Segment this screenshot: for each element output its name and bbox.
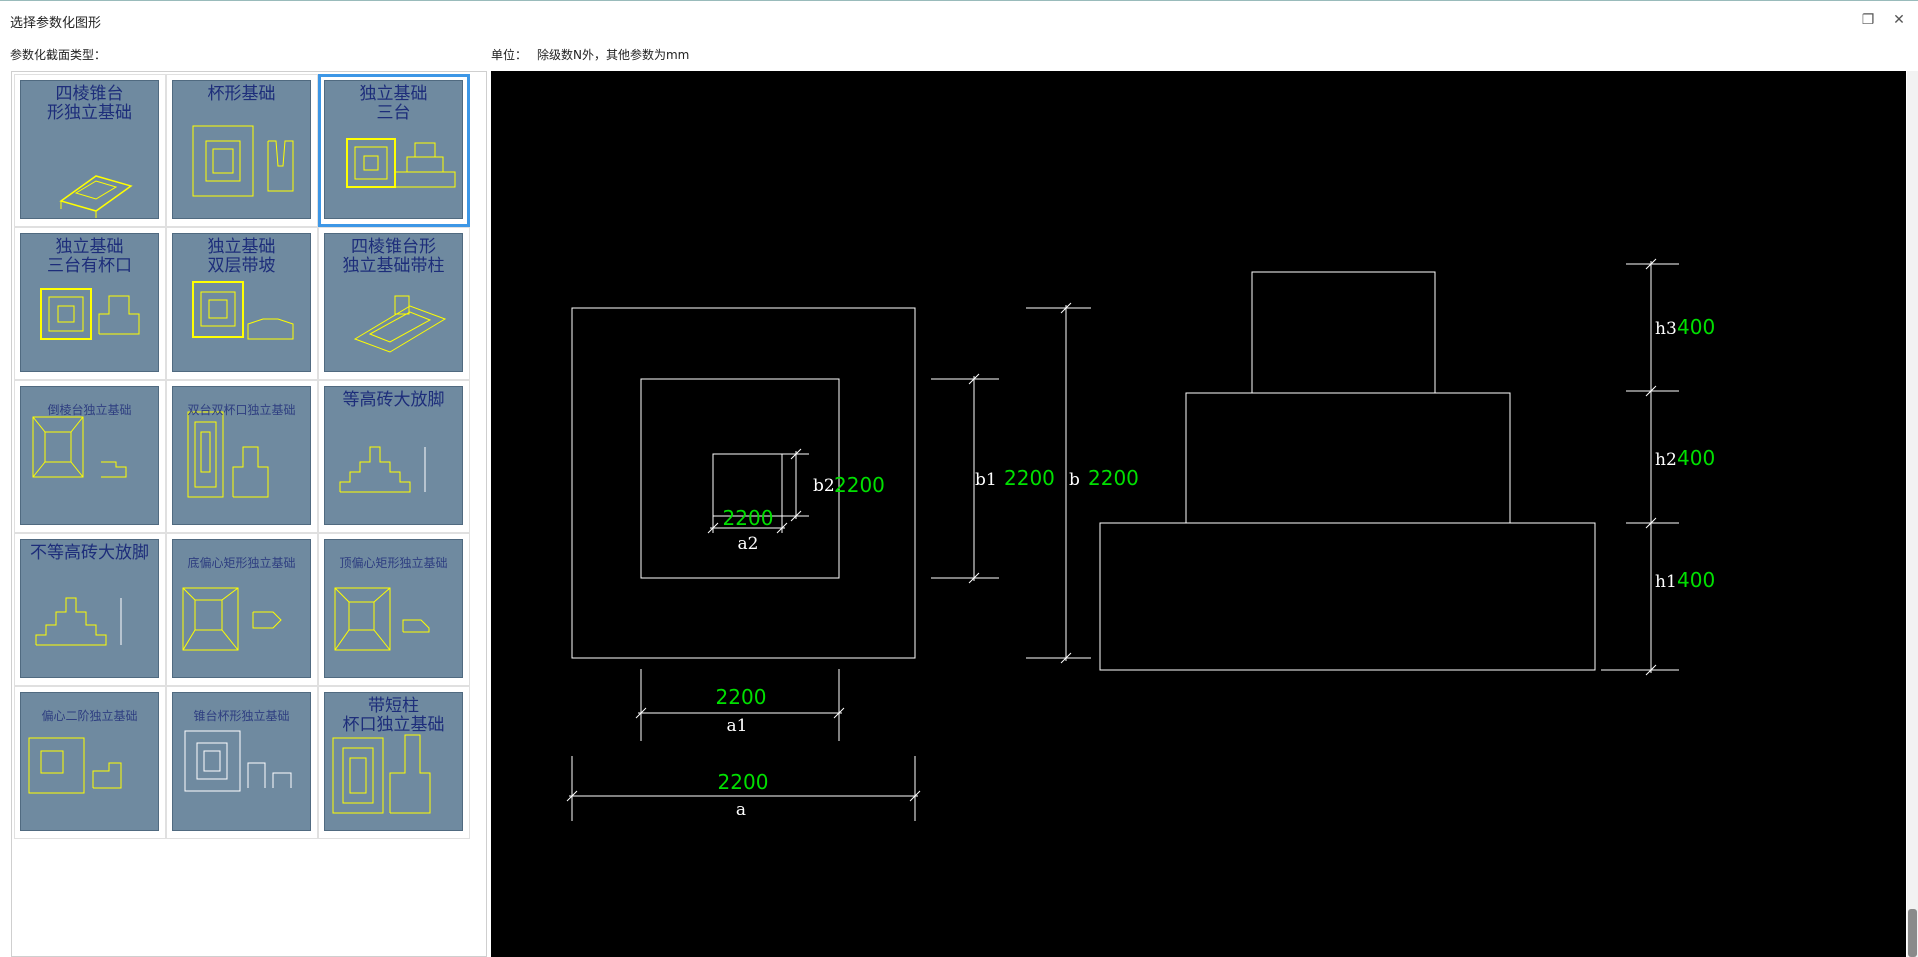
- dim-a2-value: 2200: [723, 506, 774, 530]
- thumbnail-title: 双台双杯口独立基础: [187, 403, 296, 417]
- section-thumbnail: 顶偏心矩形独立基础: [324, 539, 463, 678]
- section-type-item[interactable]: 等高砖大放脚: [318, 380, 470, 533]
- thumbnail-title: 四棱锥台 形独立基础: [47, 84, 132, 123]
- section-thumbnail: 独立基础 三台有杯口: [20, 233, 159, 372]
- dim-a-value: 2200: [718, 770, 769, 794]
- section-thumbnail: 双台双杯口独立基础: [172, 386, 311, 525]
- thumbnail-title: 倒棱台独立基础: [47, 403, 132, 417]
- elevation-middle-step: [1185, 392, 1511, 524]
- section-type-item[interactable]: 独立基础 三台有杯口: [14, 227, 166, 380]
- section-thumbnail: 锥台杯形独立基础: [172, 692, 311, 831]
- thumbnail-title: 底偏心矩形独立基础: [187, 556, 296, 570]
- dim-h3-value: 400: [1677, 315, 1715, 339]
- title-bar: 选择参数化图形 ❐ ✕: [0, 0, 1918, 38]
- section-type-item[interactable]: 不等高砖大放脚: [14, 533, 166, 686]
- scrollbar-thumb[interactable]: [1908, 909, 1917, 957]
- preview-drawing: b2 2200 2200 a2 b1 2200 b 2200 2200 a1 2…: [566, 258, 1715, 821]
- preview-canvas[interactable]: b2 2200 2200 a2 b1 2200 b 2200 2200 a1 2…: [491, 71, 1906, 957]
- dim-a1-label: a1: [727, 716, 748, 736]
- section-type-item[interactable]: 带短柱 杯口独立基础: [318, 686, 470, 839]
- unit-info: 单位： 除级数N外，其他参数为mm: [491, 46, 689, 63]
- section-thumbnail: 偏心二阶独立基础: [20, 692, 159, 831]
- section-type-item[interactable]: 偏心二阶独立基础: [14, 686, 166, 839]
- unit-value: 除级数N外，其他参数为mm: [537, 48, 690, 62]
- section-type-item[interactable]: 杯形基础: [166, 74, 318, 227]
- window-title: 选择参数化图形: [10, 16, 102, 31]
- section-type-item[interactable]: 双台双杯口独立基础: [166, 380, 318, 533]
- section-thumbnail: 四棱锥台 形独立基础: [20, 80, 159, 219]
- section-thumbnail: 倒棱台独立基础: [20, 386, 159, 525]
- elevation-bottom-step: [1099, 522, 1596, 671]
- section-type-item[interactable]: 独立基础 三台: [318, 74, 470, 227]
- vertical-scrollbar[interactable]: [1907, 71, 1918, 957]
- section-type-item[interactable]: 底偏心矩形独立基础: [166, 533, 318, 686]
- section-type-item[interactable]: 四棱锥台形 独立基础带柱: [318, 227, 470, 380]
- thumbnail-title: 独立基础 三台: [359, 84, 428, 123]
- section-type-list[interactable]: 四棱锥台 形独立基础 杯形基础 独立基础 三台独立基础 三台有杯口 独立基础 双层带坡…: [11, 71, 487, 957]
- elevation-top-step: [1251, 271, 1436, 394]
- dim-b-value: 2200: [1088, 466, 1139, 490]
- thumbnail-title: 独立基础 三台有杯口: [47, 237, 132, 276]
- dim-b1-label: b1: [975, 470, 997, 490]
- section-type-item[interactable]: 四棱锥台 形独立基础: [14, 74, 166, 227]
- dim-h1-label: h1: [1655, 572, 1677, 592]
- dim-h1-value: 400: [1677, 568, 1715, 592]
- thumbnail-title: 不等高砖大放脚: [30, 543, 149, 563]
- thumbnail-title: 偏心二阶独立基础: [41, 709, 138, 723]
- thumbnail-title: 顶偏心矩形独立基础: [339, 556, 448, 570]
- dim-a-label: a: [736, 800, 746, 820]
- section-thumbnail: 独立基础 三台: [324, 80, 463, 219]
- section-thumbnail: 独立基础 双层带坡: [172, 233, 311, 372]
- restore-icon[interactable]: ❐: [1857, 9, 1879, 31]
- thumbnail-title: 独立基础 双层带坡: [207, 237, 276, 276]
- section-thumbnail: 底偏心矩形独立基础: [172, 539, 311, 678]
- thumbnail-title: 带短柱 杯口独立基础: [342, 696, 445, 735]
- dim-b-label: b: [1069, 470, 1080, 490]
- dim-h2-label: h2: [1655, 450, 1677, 470]
- dim-b2-label: b2: [813, 476, 835, 496]
- section-thumbnail: 不等高砖大放脚: [20, 539, 159, 678]
- dim-a2-label: a2: [738, 534, 759, 554]
- thumbnail-title: 四棱锥台形 独立基础带柱: [342, 237, 445, 276]
- thumbnail-title: 杯形基础: [207, 84, 276, 104]
- section-thumbnail: 杯形基础: [172, 80, 311, 219]
- section-thumbnail: 等高砖大放脚: [324, 386, 463, 525]
- section-type-item[interactable]: 顶偏心矩形独立基础: [318, 533, 470, 686]
- dim-b2-value: 2200: [834, 473, 885, 497]
- section-type-item[interactable]: 锥台杯形独立基础: [166, 686, 318, 839]
- section-thumbnail: 带短柱 杯口独立基础: [324, 692, 463, 831]
- thumbnail-title: 锥台杯形独立基础: [193, 709, 290, 723]
- section-type-label: 参数化截面类型：: [10, 48, 107, 62]
- close-icon[interactable]: ✕: [1888, 9, 1910, 31]
- dim-h2-value: 400: [1677, 446, 1715, 470]
- dim-b1-value: 2200: [1004, 466, 1055, 490]
- dim-h3-label: h3: [1655, 319, 1677, 339]
- section-thumbnail: 四棱锥台形 独立基础带柱: [324, 233, 463, 372]
- dim-a1-value: 2200: [716, 685, 767, 709]
- section-type-item[interactable]: 独立基础 双层带坡: [166, 227, 318, 380]
- thumbnail-title: 等高砖大放脚: [342, 390, 445, 410]
- unit-label: 单位：: [491, 48, 528, 62]
- section-type-item[interactable]: 倒棱台独立基础: [14, 380, 166, 533]
